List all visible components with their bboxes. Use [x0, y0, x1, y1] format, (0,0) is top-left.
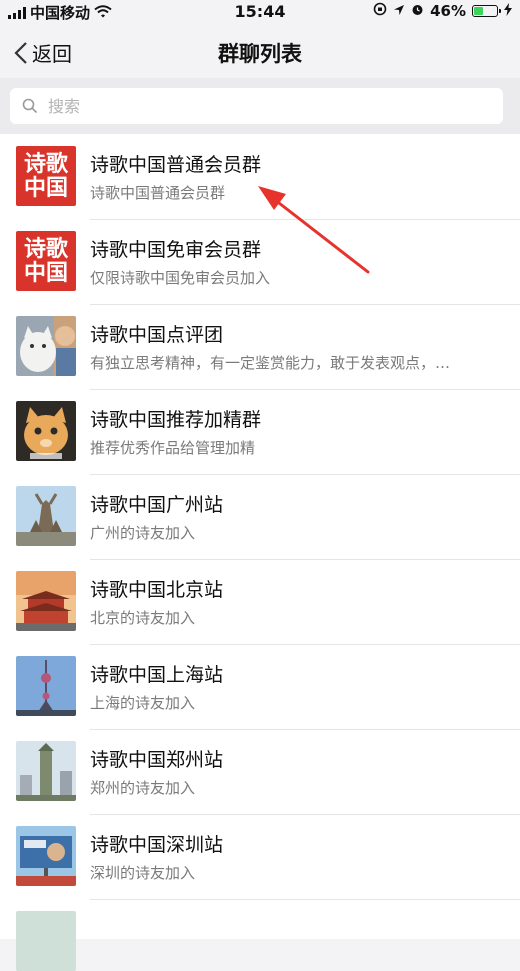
group-name: 诗歌中国上海站 [90, 664, 224, 686]
group-name: 诗歌中国推荐加精群 [90, 409, 262, 431]
list-item[interactable]: 诗歌中国推荐加精群 推荐优秀作品给管理加精 [0, 389, 520, 474]
beijing-gate-avatar [16, 571, 76, 631]
group-name: 诗歌中国深圳站 [90, 834, 224, 856]
group-desc: 郑州的诗友加入 [90, 779, 196, 797]
list-item[interactable]: 诗歌中国深圳站 深圳的诗友加入 [0, 814, 520, 899]
search-bar [0, 78, 520, 134]
group-desc: 广州的诗友加入 [90, 524, 196, 542]
list-item[interactable]: 诗歌中国点评团 有独立思考精神，有一定鉴赏能力，敢于发表观点，… [0, 304, 520, 389]
shenzhen-billboard-avatar [16, 826, 76, 886]
group-logo-avatar: 诗歌 中国 [16, 146, 76, 206]
partial-avatar [16, 911, 76, 971]
group-name: 诗歌中国免审会员群 [90, 239, 262, 261]
list-item[interactable]: 诗歌中国北京站 北京的诗友加入 [0, 559, 520, 644]
status-right: 46% [373, 2, 512, 20]
orange-cat-avatar [16, 401, 76, 461]
logo-text: 诗歌 中国 [23, 151, 68, 201]
list-item[interactable]: 诗歌中国郑州站 郑州的诗友加入 [0, 729, 520, 814]
charging-icon [504, 2, 512, 20]
list-item[interactable]: 诗歌 中国 诗歌中国免审会员群 仅限诗歌中国免审会员加入 [0, 219, 520, 304]
battery-icon [472, 5, 501, 17]
group-desc: 诗歌中国普通会员群 [90, 184, 226, 202]
group-desc: 推荐优秀作品给管理加精 [90, 439, 256, 457]
group-list: 诗歌 中国 诗歌中国普通会员群 诗歌中国普通会员群 诗歌 中国 诗歌中国免审会员群 … [0, 134, 520, 971]
battery-percent: 46% [430, 2, 466, 20]
group-desc: 北京的诗友加入 [90, 609, 196, 627]
group-logo-avatar: 诗歌 中国 [16, 231, 76, 291]
alarm-icon [411, 2, 424, 20]
group-name: 诗歌中国普通会员群 [90, 154, 262, 176]
group-desc: 上海的诗友加入 [90, 694, 196, 712]
group-desc: 深圳的诗友加入 [90, 864, 196, 882]
group-name: 诗歌中国郑州站 [90, 749, 224, 771]
page-title: 群聊列表 [218, 42, 302, 66]
group-name: 诗歌中国北京站 [90, 579, 224, 601]
orientation-lock-icon [373, 2, 387, 20]
group-desc: 有独立思考精神，有一定鉴赏能力，敢于发表观点，… [90, 354, 451, 372]
list-item[interactable]: 诗歌中国上海站 上海的诗友加入 [0, 644, 520, 729]
list-item[interactable] [0, 899, 520, 971]
guangzhou-statue-avatar [16, 486, 76, 546]
search-icon [22, 98, 38, 114]
cat-and-child-avatar [16, 316, 76, 376]
logo-text: 诗歌 中国 [23, 236, 68, 286]
group-name: 诗歌中国点评团 [90, 324, 224, 346]
group-name: 诗歌中国广州站 [90, 494, 224, 516]
nav-bar: 返回 群聊列表 [0, 26, 520, 78]
search-box[interactable] [10, 88, 503, 124]
group-desc: 仅限诗歌中国免审会员加入 [90, 269, 271, 287]
list-item[interactable]: 诗歌中国广州站 广州的诗友加入 [0, 474, 520, 559]
shanghai-tower-avatar [16, 656, 76, 716]
status-bar: 中国移动 15:44 46% [0, 0, 520, 26]
search-input[interactable] [46, 95, 470, 117]
list-item[interactable]: 诗歌 中国 诗歌中国普通会员群 诗歌中国普通会员群 [0, 134, 520, 219]
zhengzhou-tower-avatar [16, 741, 76, 801]
location-icon [393, 2, 405, 20]
